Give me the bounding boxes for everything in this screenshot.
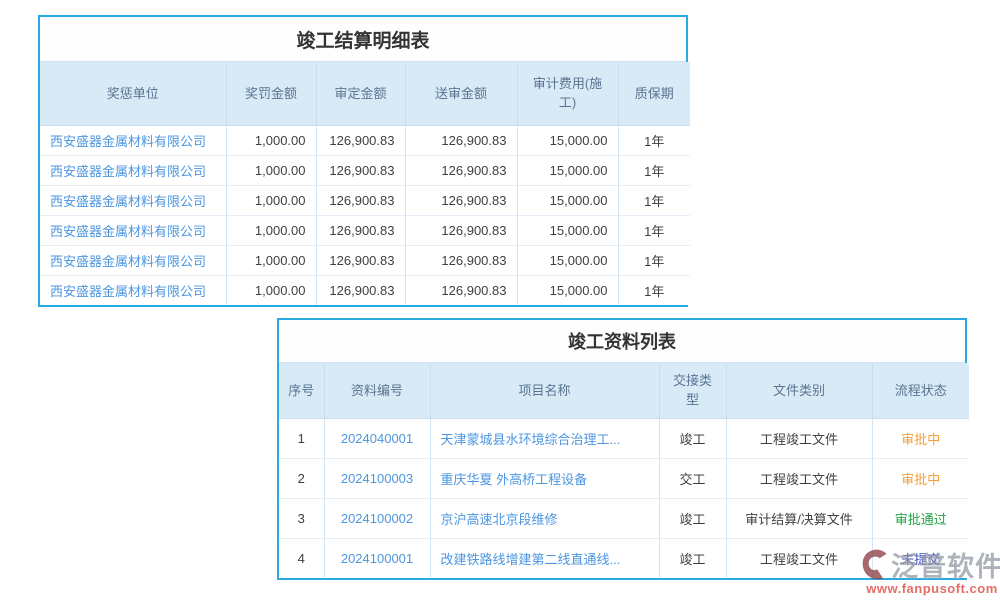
warranty-cell: 1年 xyxy=(618,245,690,275)
company-link[interactable]: 西安盛器金属材料有限公司 xyxy=(50,254,206,269)
seq-cell: 3 xyxy=(279,498,324,538)
col-unit: 奖惩单位 xyxy=(40,62,226,125)
documents-header-row: 序号 资料编号 项目名称 交接类型 文件类别 流程状态 xyxy=(279,363,969,418)
audit-fee-cell: 15,000.00 xyxy=(517,155,618,185)
table-row: 2 2024100003 重庆华夏 外高桥工程设备 交工 工程竣工文件 审批中 xyxy=(279,458,969,498)
warranty-cell: 1年 xyxy=(618,125,690,155)
col-file-category: 文件类别 xyxy=(726,363,872,418)
table-row: 西安盛器金属材料有限公司 1,000.00 126,900.83 126,900… xyxy=(40,125,690,155)
penalty-amount-cell: 1,000.00 xyxy=(226,245,316,275)
penalty-amount-cell: 1,000.00 xyxy=(226,155,316,185)
project-link[interactable]: 京沪高速北京段维修 xyxy=(441,512,558,527)
audit-fee-cell: 15,000.00 xyxy=(517,215,618,245)
settlement-table-title: 竣工结算明细表 xyxy=(40,17,686,62)
col-warranty: 质保期 xyxy=(618,62,690,125)
col-review-amount: 送审金额 xyxy=(405,62,517,125)
review-amount-cell: 126,900.83 xyxy=(405,125,517,155)
company-link[interactable]: 西安盛器金属材料有限公司 xyxy=(50,284,206,299)
settlement-header-row: 奖惩单位 奖罚金额 审定金额 送审金额 审计费用(施工) 质保期 xyxy=(40,62,690,125)
documents-table-title: 竣工资料列表 xyxy=(279,320,965,363)
penalty-amount-cell: 1,000.00 xyxy=(226,185,316,215)
warranty-cell: 1年 xyxy=(618,275,690,305)
col-project-name: 项目名称 xyxy=(430,363,659,418)
handover-type-cell: 交工 xyxy=(659,458,726,498)
documents-table: 序号 资料编号 项目名称 交接类型 文件类别 流程状态 1 2024040001… xyxy=(279,363,969,578)
audit-fee-cell: 15,000.00 xyxy=(517,275,618,305)
doc-no-link[interactable]: 2024040001 xyxy=(341,431,413,446)
table-row: 1 2024040001 天津蒙城县水环境综合治理工... 竣工 工程竣工文件 … xyxy=(279,418,969,458)
approved-amount-cell: 126,900.83 xyxy=(316,275,405,305)
handover-type-cell: 竣工 xyxy=(659,538,726,578)
page-background: 竣工结算明细表 奖惩单位 奖罚金额 审定金额 送审金额 审计费用(施工) 质保期… xyxy=(0,0,1000,600)
col-handover-type: 交接类型 xyxy=(659,363,726,418)
penalty-amount-cell: 1,000.00 xyxy=(226,275,316,305)
project-link[interactable]: 改建铁路线增建第二线直通线... xyxy=(441,552,621,567)
company-link[interactable]: 西安盛器金属材料有限公司 xyxy=(50,224,206,239)
table-row: 西安盛器金属材料有限公司 1,000.00 126,900.83 126,900… xyxy=(40,185,690,215)
col-penalty-amount: 奖罚金额 xyxy=(226,62,316,125)
table-row: 西安盛器金属材料有限公司 1,000.00 126,900.83 126,900… xyxy=(40,155,690,185)
file-category-cell: 工程竣工文件 xyxy=(726,538,872,578)
table-row: 西安盛器金属材料有限公司 1,000.00 126,900.83 126,900… xyxy=(40,245,690,275)
table-row: 4 2024100001 改建铁路线增建第二线直通线... 竣工 工程竣工文件 … xyxy=(279,538,969,578)
col-doc-no: 资料编号 xyxy=(324,363,430,418)
col-approved-amount: 审定金额 xyxy=(316,62,405,125)
company-link[interactable]: 西安盛器金属材料有限公司 xyxy=(50,194,206,209)
status-badge: 未提交 xyxy=(901,552,940,567)
seq-cell: 1 xyxy=(279,418,324,458)
warranty-cell: 1年 xyxy=(618,155,690,185)
file-category-cell: 工程竣工文件 xyxy=(726,458,872,498)
audit-fee-cell: 15,000.00 xyxy=(517,185,618,215)
table-row: 西安盛器金属材料有限公司 1,000.00 126,900.83 126,900… xyxy=(40,215,690,245)
status-badge: 审批通过 xyxy=(895,512,947,527)
approved-amount-cell: 126,900.83 xyxy=(316,155,405,185)
table-row: 3 2024100002 京沪高速北京段维修 竣工 审计结算/决算文件 审批通过 xyxy=(279,498,969,538)
review-amount-cell: 126,900.83 xyxy=(405,245,517,275)
documents-table-panel: 竣工资料列表 序号 资料编号 项目名称 交接类型 文件类别 流程状态 1 xyxy=(277,318,967,580)
file-category-cell: 审计结算/决算文件 xyxy=(726,498,872,538)
status-badge: 审批中 xyxy=(901,472,940,487)
penalty-amount-cell: 1,000.00 xyxy=(226,215,316,245)
settlement-table-panel: 竣工结算明细表 奖惩单位 奖罚金额 审定金额 送审金额 审计费用(施工) 质保期… xyxy=(38,15,688,307)
review-amount-cell: 126,900.83 xyxy=(405,215,517,245)
handover-type-cell: 竣工 xyxy=(659,498,726,538)
penalty-amount-cell: 1,000.00 xyxy=(226,125,316,155)
project-link[interactable]: 天津蒙城县水环境综合治理工... xyxy=(441,432,621,447)
approved-amount-cell: 126,900.83 xyxy=(316,245,405,275)
settlement-table: 奖惩单位 奖罚金额 审定金额 送审金额 审计费用(施工) 质保期 西安盛器金属材… xyxy=(40,62,690,305)
col-audit-fee: 审计费用(施工) xyxy=(517,62,618,125)
company-link[interactable]: 西安盛器金属材料有限公司 xyxy=(50,134,206,149)
project-link[interactable]: 重庆华夏 外高桥工程设备 xyxy=(441,472,588,487)
doc-no-link[interactable]: 2024100003 xyxy=(341,471,413,486)
watermark-url: www.fanpusoft.com xyxy=(861,581,1000,596)
approved-amount-cell: 126,900.83 xyxy=(316,185,405,215)
table-row: 西安盛器金属材料有限公司 1,000.00 126,900.83 126,900… xyxy=(40,275,690,305)
seq-cell: 4 xyxy=(279,538,324,578)
review-amount-cell: 126,900.83 xyxy=(405,155,517,185)
approved-amount-cell: 126,900.83 xyxy=(316,215,405,245)
status-badge: 审批中 xyxy=(901,432,940,447)
doc-no-link[interactable]: 2024100001 xyxy=(341,551,413,566)
approved-amount-cell: 126,900.83 xyxy=(316,125,405,155)
audit-fee-cell: 15,000.00 xyxy=(517,245,618,275)
doc-no-link[interactable]: 2024100002 xyxy=(341,511,413,526)
company-link[interactable]: 西安盛器金属材料有限公司 xyxy=(50,164,206,179)
col-seq: 序号 xyxy=(279,363,324,418)
audit-fee-cell: 15,000.00 xyxy=(517,125,618,155)
handover-type-cell: 竣工 xyxy=(659,418,726,458)
review-amount-cell: 126,900.83 xyxy=(405,185,517,215)
warranty-cell: 1年 xyxy=(618,215,690,245)
col-flow-status: 流程状态 xyxy=(872,363,969,418)
file-category-cell: 工程竣工文件 xyxy=(726,418,872,458)
seq-cell: 2 xyxy=(279,458,324,498)
warranty-cell: 1年 xyxy=(618,185,690,215)
review-amount-cell: 126,900.83 xyxy=(405,275,517,305)
